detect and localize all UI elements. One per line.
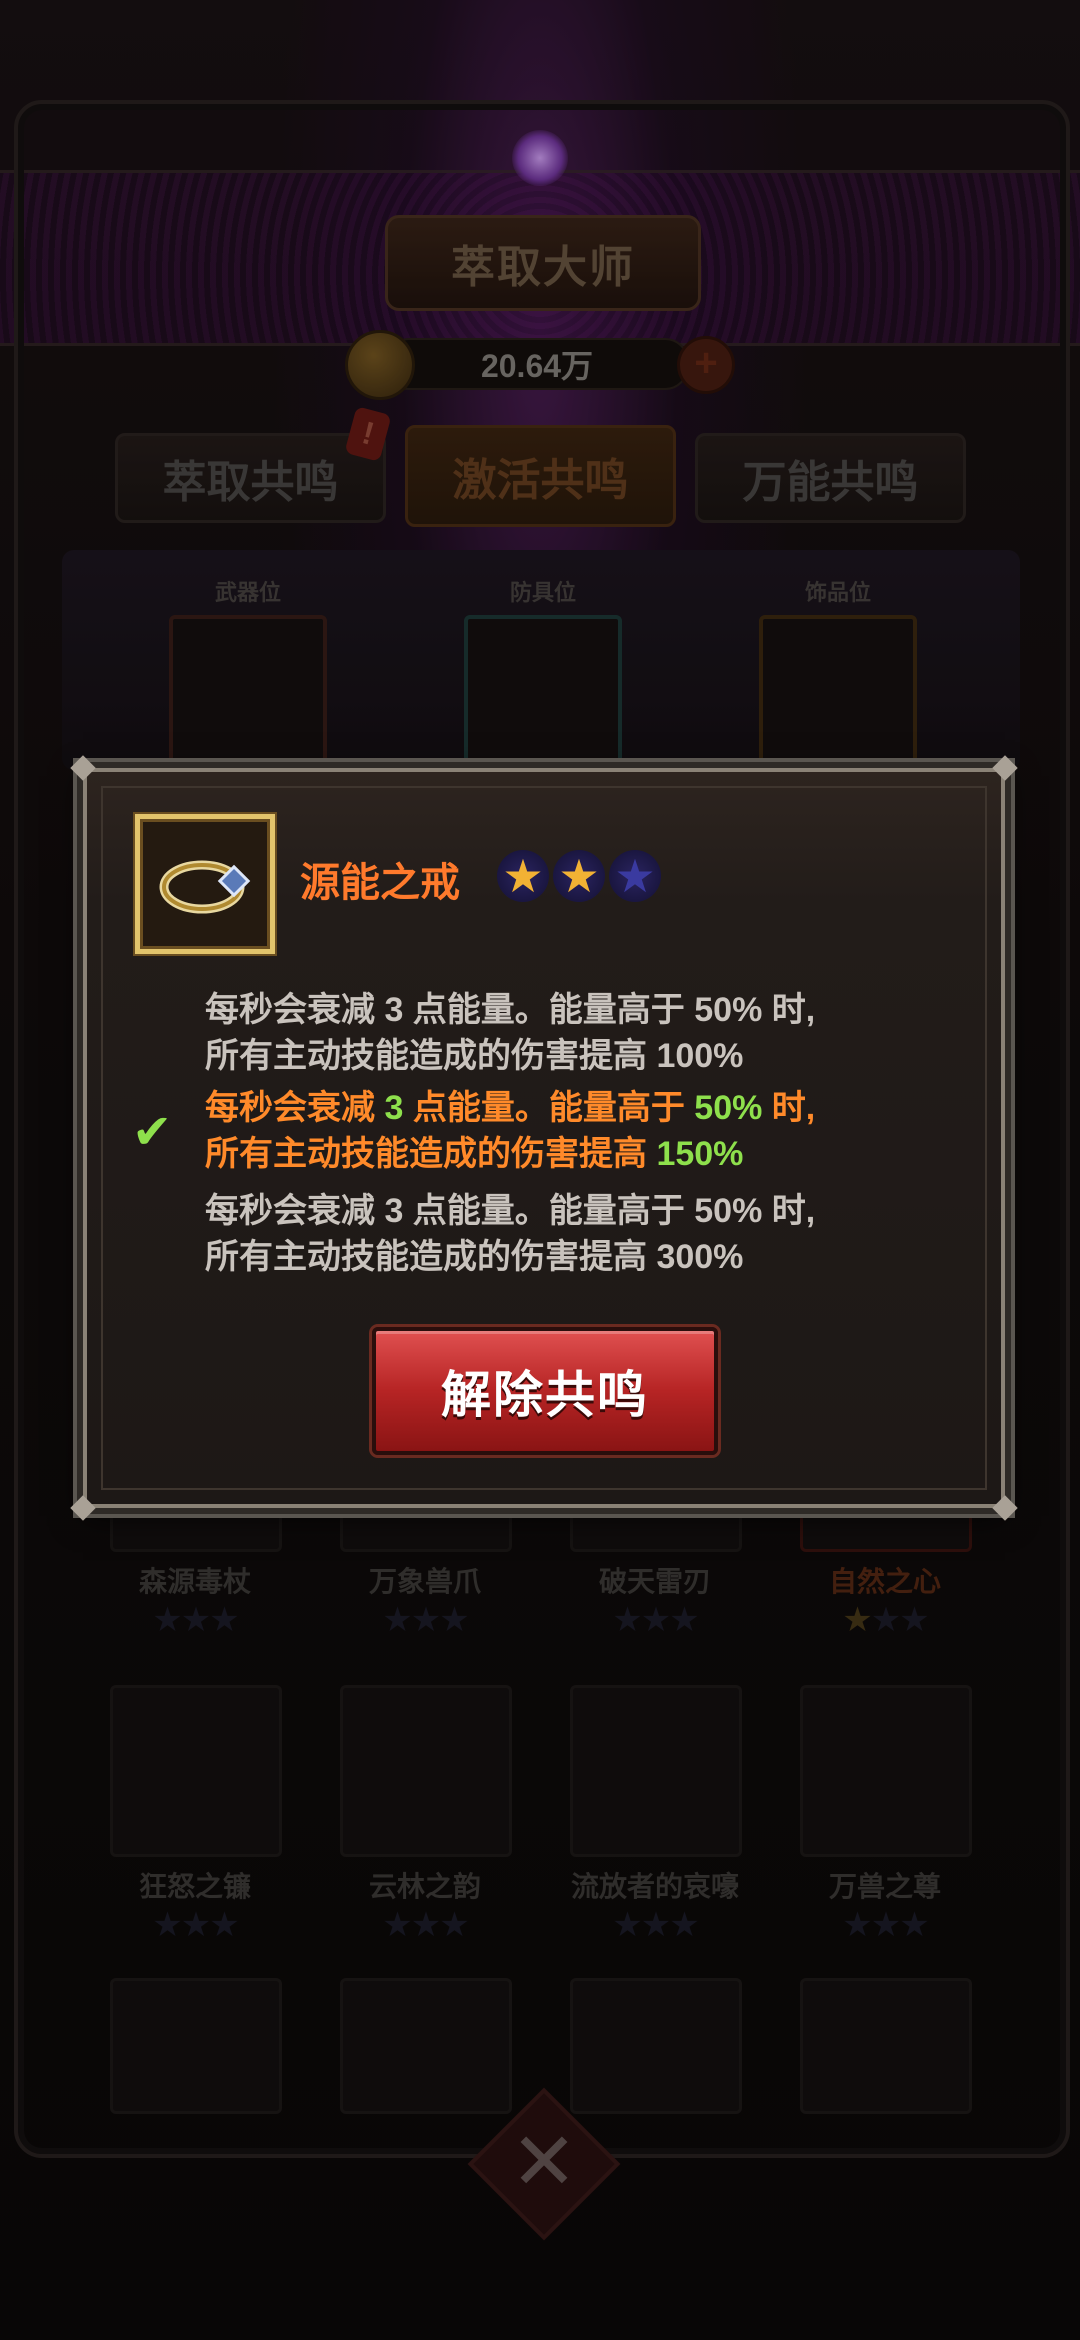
effect-text: 所有主动技能造成的伤害提高 300%: [205, 1238, 744, 1276]
effect-tier-1: 每秒会衰减 3 点能量。能量高于 50% 时, 所有主动技能造成的伤害提高 10…: [205, 987, 925, 1079]
star-icon: ★: [609, 850, 661, 902]
star-rating: ★ ★ ★: [497, 850, 661, 902]
effect-text: 所有主动技能造成的伤害提高 100%: [205, 1037, 744, 1075]
ring-icon: [135, 814, 275, 954]
effect-text: 每秒会衰减 3 点能量。能量高于 50% 时,: [205, 1089, 816, 1127]
effect-text: 所有主动技能造成的伤害提高 150%: [205, 1135, 744, 1173]
dissolve-resonance-button[interactable]: 解除共鸣: [372, 1327, 718, 1455]
star-icon: ★: [553, 850, 605, 902]
item-name: 源能之戒: [300, 861, 460, 905]
effect-text: 每秒会衰减 3 点能量。能量高于 50% 时,: [205, 991, 816, 1029]
effect-tier-2-active: 每秒会衰减 3 点能量。能量高于 50% 时, 所有主动技能造成的伤害提高 15…: [205, 1085, 925, 1177]
check-icon: ✔: [132, 1106, 173, 1159]
effect-tier-3: 每秒会衰减 3 点能量。能量高于 50% 时, 所有主动技能造成的伤害提高 30…: [205, 1188, 925, 1280]
effect-text: 每秒会衰减 3 点能量。能量高于 50% 时,: [205, 1192, 816, 1230]
star-icon: ★: [497, 850, 549, 902]
item-detail-modal: 源能之戒 ★ ★ ★ 每秒会衰减 3 点能量。能量高于 50% 时, 所有主动技…: [70, 755, 1018, 1521]
